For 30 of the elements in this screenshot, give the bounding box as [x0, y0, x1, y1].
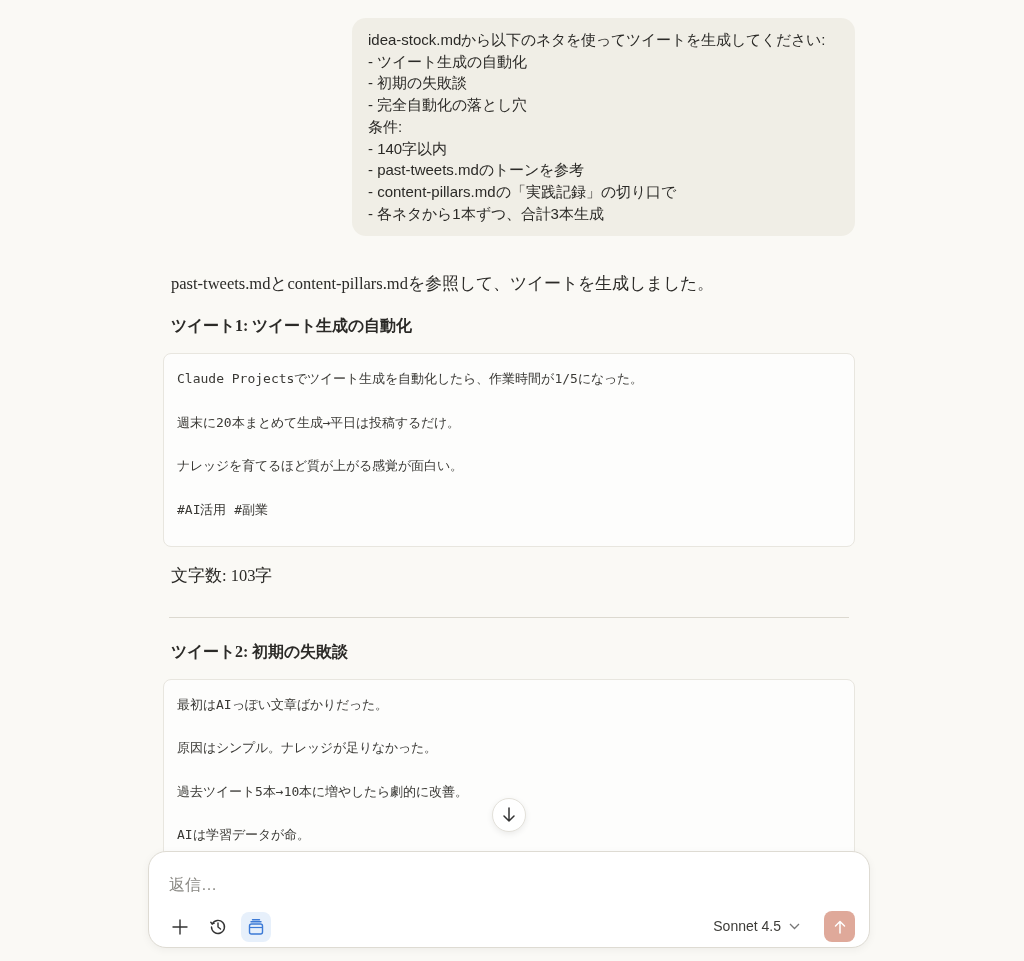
model-selector[interactable]: Sonnet 4.5	[713, 916, 800, 937]
code-line: 最初はAIっぽい文章ばかりだった。	[177, 695, 389, 714]
section-heading: ツイート1: ツイート生成の自動化	[171, 316, 414, 337]
arrow-down-icon	[502, 807, 516, 823]
reply-input-field[interactable]: 返信…	[167, 872, 767, 898]
code-line: #AI活用 #副業	[177, 500, 270, 519]
code-line: 週末に20本まとめて生成→平日は投稿するだけ。	[177, 413, 462, 432]
clock-icon	[209, 917, 227, 936]
code-line: AIは学習データが命。	[177, 826, 311, 845]
message-line: 条件:	[368, 116, 404, 137]
message-line: - 完全自動化の落とし穴	[368, 95, 529, 116]
message-line: - 各ネタから1本ずつ、合計3本生成	[368, 203, 605, 224]
box-stack-icon	[247, 917, 265, 936]
message-line: idea-stock.mdから以下のネタを使ってツイートを生成してください:	[368, 30, 827, 50]
message-line: - 初期の失敗談	[368, 73, 469, 94]
character-count: 文字数: 103字	[171, 565, 274, 588]
response-text: past-tweets.mdとcontent-pillars.mdを参照して、ツイートを生成しました。	[171, 273, 715, 296]
section-heading: ツイート2: 初期の失敗談	[171, 641, 350, 662]
code-line: 過去ツイート5本→10本に増やしたら劇的に改善。	[177, 782, 470, 801]
code-line: ナレッジを育てるほど質が上がる感覚が面白い。	[177, 457, 464, 476]
code-line: 原因はシンプル。ナレッジが足りなかった。	[177, 739, 438, 758]
code-line: Claude Projectsでツイート生成を自動化したら、作業時間が1/5になった。	[177, 370, 644, 389]
message-line: - past-tweets.mdのトーンを参考	[368, 160, 585, 181]
arrow-up-icon	[833, 919, 846, 934]
plus-icon	[171, 917, 189, 936]
model-name: Sonnet 4.5	[713, 917, 781, 936]
message-line: - content-pillars.mdの「実践記録」の切り口で	[368, 181, 677, 202]
message-line: - 140字以内	[368, 138, 449, 159]
message-line: - ツイート生成の自動化	[368, 51, 529, 72]
chevron-down-icon	[789, 923, 800, 930]
